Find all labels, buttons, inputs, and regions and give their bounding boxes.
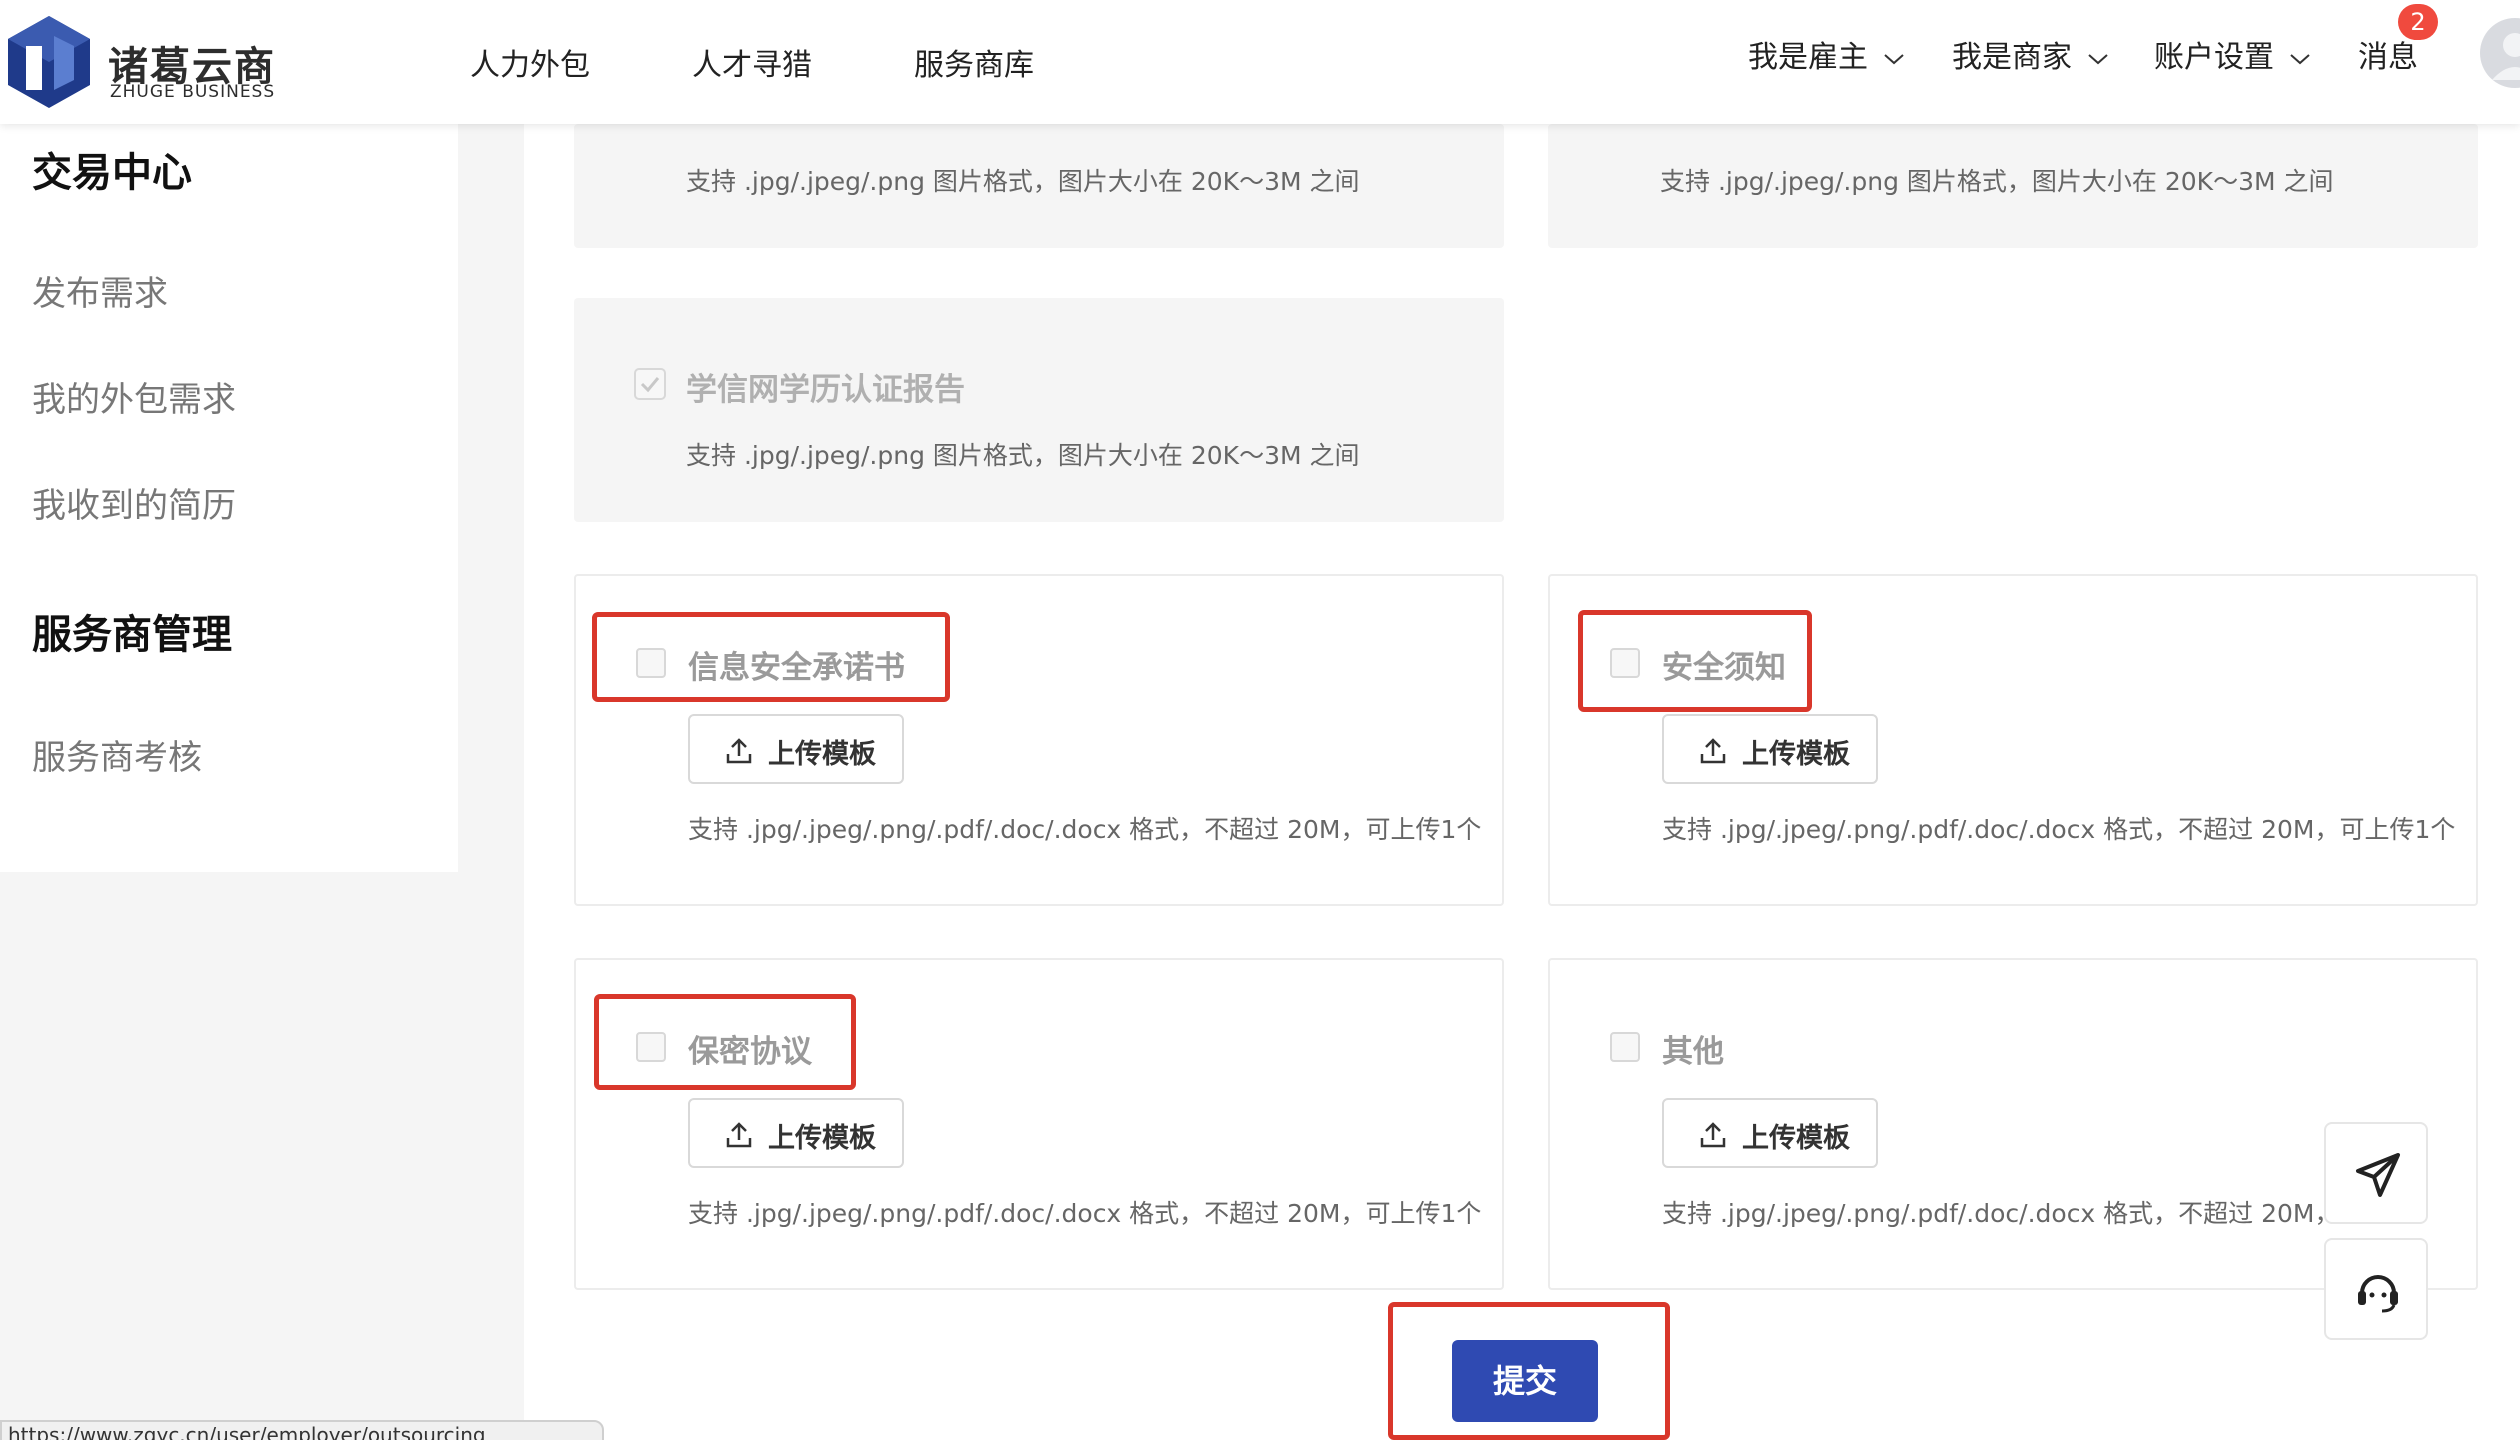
send-feedback-button[interactable] <box>2324 1122 2428 1224</box>
upload-hint: 支持 .jpg/.jpeg/.png/.pdf/.doc/.docx 格式，不超… <box>688 815 1482 844</box>
info-security-label: 信息安全承诺书 <box>688 650 905 686</box>
upload-card-safety-notice: 安全须知 上传模板 支持 .jpg/.jpeg/.png/.pdf/.doc/.… <box>1548 574 2478 906</box>
chevron-down-icon <box>2289 53 2310 64</box>
upload-template-label: 上传模板 <box>768 739 876 770</box>
chevron-down-icon <box>2087 53 2108 64</box>
message-count-badge: 2 <box>2398 4 2438 40</box>
nav-merchant-menu[interactable]: 我是商家 <box>1952 32 2110 76</box>
upload-card-info-security: 信息安全承诺书 上传模板 支持 .jpg/.jpeg/.png/.pdf/.do… <box>574 574 1504 906</box>
safety-notice-label: 安全须知 <box>1662 650 1786 686</box>
upload-hint: 支持 .jpg/.jpeg/.png/.pdf/.doc/.docx 格式，不超… <box>688 1199 1482 1228</box>
upload-icon <box>726 1122 752 1148</box>
upload-template-label: 上传模板 <box>768 1123 876 1154</box>
nav-account-settings-label: 账户设置 <box>2154 40 2274 75</box>
nav-item-headhunting[interactable]: 人才寻猎 <box>692 40 812 84</box>
logo-name-en: ZHUGE BUSINESS <box>110 82 276 102</box>
upload-card-nda: 保密协议 上传模板 支持 .jpg/.jpeg/.png/.pdf/.doc/.… <box>574 958 1504 1290</box>
nav-item-provider-library[interactable]: 服务商库 <box>914 40 1034 84</box>
nav-merchant-label: 我是商家 <box>1952 40 2072 75</box>
xuexin-report-label: 学信网学历认证报告 <box>686 372 965 408</box>
sidebar-section-trade-center: 交易中心 <box>32 150 192 196</box>
upload-card-image-2: 支持 .jpg/.jpeg/.png 图片格式，图片大小在 20K～3M 之间 <box>1548 124 2478 248</box>
nav-item-hr-outsourcing[interactable]: 人力外包 <box>470 40 590 84</box>
other-label: 其他 <box>1662 1034 1724 1070</box>
checkbox-nda[interactable] <box>636 1032 666 1062</box>
upload-icon <box>726 738 752 764</box>
upload-hint: 支持 .jpg/.jpeg/.png 图片格式，图片大小在 20K～3M 之间 <box>686 167 1360 196</box>
browser-status-url: https://www.zgyc.cn/user/employer/outsou… <box>0 1420 604 1440</box>
sidebar-item-received-resumes[interactable]: 我收到的简历 <box>32 478 236 527</box>
upload-template-button[interactable]: 上传模板 <box>688 1098 904 1168</box>
upload-icon <box>1700 1122 1726 1148</box>
send-icon <box>2356 1153 2400 1197</box>
upload-template-button[interactable]: 上传模板 <box>1662 1098 1878 1168</box>
user-avatar[interactable] <box>2480 18 2520 88</box>
upload-card-image-1: 支持 .jpg/.jpeg/.png 图片格式，图片大小在 20K～3M 之间 <box>574 124 1504 248</box>
sidebar-item-post-demand[interactable]: 发布需求 <box>32 266 168 315</box>
sidebar-item-my-outsourcing[interactable]: 我的外包需求 <box>32 372 236 421</box>
upload-hint: 支持 .jpg/.jpeg/.png/.pdf/.doc/.docx 格式，不超… <box>1662 815 2456 844</box>
upload-hint: 支持 .jpg/.jpeg/.png 图片格式，图片大小在 20K～3M 之间 <box>686 441 1360 470</box>
logo-mark-icon <box>8 16 90 108</box>
upload-icon <box>1700 738 1726 764</box>
customer-service-button[interactable] <box>2324 1238 2428 1340</box>
nav-employer-label: 我是雇主 <box>1748 40 1868 75</box>
sidebar: 交易中心 发布需求 我的外包需求 我收到的简历 服务商管理 服务商考核 <box>0 124 458 872</box>
submit-button[interactable]: 提交 <box>1452 1340 1598 1422</box>
customer-service-icon <box>2358 1275 2398 1313</box>
sidebar-section-provider-management: 服务商管理 <box>32 612 232 658</box>
nav-account-settings-menu[interactable]: 账户设置 <box>2154 32 2312 76</box>
chevron-down-icon <box>1883 53 1904 64</box>
nav-employer-menu[interactable]: 我是雇主 <box>1748 32 1906 76</box>
sidebar-item-provider-assessment[interactable]: 服务商考核 <box>32 730 202 779</box>
checkbox-other[interactable] <box>1610 1032 1640 1062</box>
upload-template-button[interactable]: 上传模板 <box>688 714 904 784</box>
checkbox-info-security[interactable] <box>636 648 666 678</box>
upload-card-xuexin: 学信网学历认证报告 支持 .jpg/.jpeg/.png 图片格式，图片大小在 … <box>574 298 1504 522</box>
upload-template-button[interactable]: 上传模板 <box>1662 714 1878 784</box>
upload-template-label: 上传模板 <box>1742 1123 1850 1154</box>
upload-hint: 支持 .jpg/.jpeg/.png/.pdf/.doc/.docx 格式，不超… <box>1662 1199 2365 1228</box>
checkbox-safety-notice[interactable] <box>1610 648 1640 678</box>
logo[interactable]: 诸葛云商 ZHUGE BUSINESS <box>4 14 304 110</box>
user-avatar-icon <box>2492 33 2520 80</box>
upload-hint: 支持 .jpg/.jpeg/.png 图片格式，图片大小在 20K～3M 之间 <box>1660 167 2334 196</box>
checkbox-checked-icon[interactable] <box>634 368 666 400</box>
top-header: 诸葛云商 ZHUGE BUSINESS 人力外包 人才寻猎 服务商库 我是雇主 … <box>0 0 2520 124</box>
nda-label: 保密协议 <box>688 1034 812 1070</box>
upload-template-label: 上传模板 <box>1742 739 1850 770</box>
